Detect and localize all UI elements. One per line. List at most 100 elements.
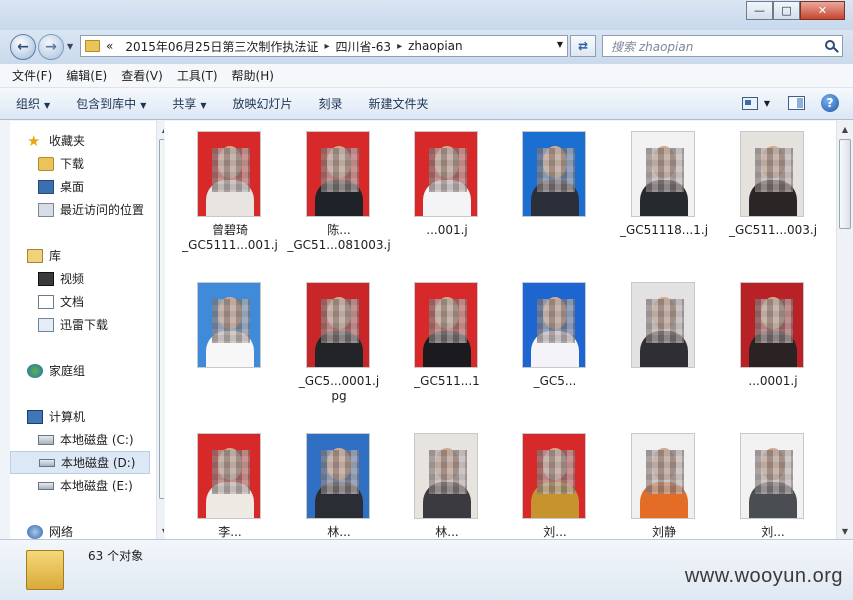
sidebar-item-xunlei-downloads[interactable]: 迅雷下载 (10, 313, 150, 336)
organize-button[interactable]: 组织 ▼ (16, 95, 50, 112)
recent-pages-arrow-icon[interactable]: ▼ (67, 42, 73, 51)
photo-thumbnail-image (414, 131, 478, 217)
new-folder-button[interactable]: 新建文件夹 (369, 95, 429, 112)
view-options-dropdown-icon[interactable]: ▼ (764, 99, 770, 108)
sidebar-item-label: 最近访问的位置 (60, 203, 145, 217)
sidebar-item-drive-d[interactable]: 本地磁盘 (D:) (10, 451, 150, 474)
file-name-line: 刘静 (651, 525, 676, 539)
content-scrollbar[interactable]: ▲ ▼ (836, 121, 853, 539)
title-bar: — □ ✕ (0, 0, 853, 30)
help-icon[interactable]: ? (821, 94, 839, 112)
file-thumbnail[interactable]: ...001.j (392, 121, 502, 269)
menu-view[interactable]: 查看(V) (121, 67, 163, 84)
file-thumbnail[interactable]: 陈... _GC51...081003.j (284, 121, 394, 269)
file-thumbnail[interactable]: ...0001.j (718, 272, 828, 420)
photo-thumbnail-image (197, 433, 261, 519)
file-thumbnail[interactable]: _GC5... (500, 272, 610, 420)
libraries-group: 库 视频 文档 迅雷下载 (10, 244, 150, 336)
minimize-button[interactable]: — (746, 1, 773, 20)
share-button[interactable]: 共享 ▼ (172, 95, 206, 112)
homegroup-icon (27, 363, 43, 378)
scroll-down-icon[interactable]: ▼ (837, 523, 853, 539)
photo-thumbnail-image (414, 282, 478, 368)
photo-thumbnail-image (740, 433, 804, 519)
file-name: 刘... (718, 525, 828, 539)
status-bar: 63 个对象 www.wooyun.org (0, 539, 853, 600)
include-library-button[interactable]: 包含到库中 ▼ (76, 95, 146, 112)
sidebar-item-downloads[interactable]: 下载 (10, 152, 150, 175)
change-view-icon[interactable] (741, 96, 758, 110)
sidebar-scrollbar[interactable]: ▲ ▼ (156, 121, 164, 539)
menu-tools[interactable]: 工具(T) (177, 67, 218, 84)
scroll-up-icon[interactable]: ▲ (837, 121, 853, 137)
sidebar-item-libraries[interactable]: 库 (10, 244, 150, 267)
breadcrumb-item[interactable]: zhaopian (408, 39, 463, 53)
search-input[interactable]: 搜索 zhaopian (602, 35, 843, 57)
photo-thumbnail-image (522, 433, 586, 519)
file-thumbnail[interactable]: _GC511...003.j (718, 121, 828, 269)
menu-file[interactable]: 文件(F) (12, 67, 52, 84)
address-dropdown-icon[interactable]: ▼ (557, 40, 563, 49)
file-list: 曾碧琦 _GC5111...001.j 陈... _GC51...081003.j..… (165, 121, 853, 539)
file-thumbnail[interactable] (609, 272, 719, 420)
search-icon[interactable] (825, 40, 835, 50)
menu-bar: 文件(F) 编辑(E) 查看(V) 工具(T) 帮助(H) (0, 64, 853, 88)
breadcrumb-separator-icon[interactable]: ▸ (324, 41, 329, 52)
file-thumbnail[interactable]: 林... (284, 423, 394, 539)
file-thumbnail[interactable]: _GC51118...1.j (609, 121, 719, 269)
maximize-button[interactable]: □ (773, 1, 800, 20)
breadcrumb-separator-icon[interactable]: ▸ (397, 41, 402, 52)
scroll-thumb[interactable] (839, 139, 851, 229)
xunlei-downloads-icon (38, 317, 54, 332)
breadcrumb-overflow[interactable]: « (106, 39, 113, 53)
favorites-group: ★ 收藏夹 下载 桌面 最近访问的位置 (10, 129, 150, 221)
sidebar-item-drive-c[interactable]: 本地磁盘 (C:) (10, 428, 150, 451)
file-thumbnail[interactable]: 刘... (718, 423, 828, 539)
scroll-up-icon[interactable]: ▲ (157, 121, 164, 137)
file-name: ...001.j (392, 223, 502, 238)
sidebar-item-desktop[interactable]: 桌面 (10, 175, 150, 198)
file-name: 刘... (500, 525, 610, 539)
file-thumbnail[interactable]: 李... (175, 423, 285, 539)
back-button[interactable]: ← (10, 34, 36, 60)
burn-button[interactable]: 刻录 (319, 95, 343, 112)
sidebar-item-label: 桌面 (60, 180, 85, 194)
sidebar-item-label: 库 (49, 249, 62, 263)
file-name-line: _GC51118...1.j (619, 223, 709, 237)
sidebar-item-label: 网络 (49, 525, 74, 539)
file-name: _GC5...0001.j pg (284, 374, 394, 404)
sidebar-item-homegroup[interactable]: 家庭组 (10, 359, 150, 382)
refresh-button[interactable]: ⇄ (570, 35, 596, 57)
address-bar[interactable]: « 2015年06月25日第三次制作执法证 ▸ 四川省-63 ▸ zhaopia… (80, 35, 568, 57)
recent-places-icon (38, 202, 54, 217)
breadcrumb-item[interactable]: 四川省-63 (335, 38, 391, 55)
sidebar-item-videos[interactable]: 视频 (10, 267, 150, 290)
scroll-thumb[interactable] (159, 139, 164, 499)
forward-button[interactable]: → (38, 34, 64, 60)
file-thumbnail[interactable]: 刘静 (609, 423, 719, 539)
slideshow-button[interactable]: 放映幻灯片 (233, 95, 293, 112)
sidebar-item-computer[interactable]: 计算机 (10, 405, 150, 428)
file-thumbnail[interactable]: _GC511...1 (392, 272, 502, 420)
scroll-down-icon[interactable]: ▼ (157, 523, 164, 539)
sidebar-item-label: 本地磁盘 (D:) (61, 456, 136, 470)
sidebar-item-favorites[interactable]: ★ 收藏夹 (10, 129, 150, 152)
search-placeholder: 搜索 zhaopian (611, 39, 694, 54)
file-thumbnail[interactable]: 刘... (500, 423, 610, 539)
drive-icon (38, 434, 54, 445)
file-thumbnail[interactable]: 林... (392, 423, 502, 539)
file-name: 刘静 (609, 525, 719, 539)
menu-edit[interactable]: 编辑(E) (66, 67, 107, 84)
file-thumbnail[interactable]: _GC5...0001.j pg (284, 272, 394, 420)
sidebar-item-recent-places[interactable]: 最近访问的位置 (10, 198, 150, 221)
sidebar-item-drive-e[interactable]: 本地磁盘 (E:) (10, 474, 150, 497)
close-button[interactable]: ✕ (800, 1, 845, 20)
menu-help[interactable]: 帮助(H) (232, 67, 274, 84)
file-thumbnail[interactable]: 曾碧琦 _GC5111...001.j (175, 121, 285, 269)
file-thumbnail[interactable] (500, 121, 610, 269)
sidebar-item-network[interactable]: 网络 (10, 520, 150, 539)
file-thumbnail[interactable] (175, 272, 285, 420)
preview-pane-icon[interactable] (788, 96, 805, 110)
sidebar-item-documents[interactable]: 文档 (10, 290, 150, 313)
breadcrumb-item[interactable]: 2015年06月25日第三次制作执法证 (125, 38, 318, 55)
